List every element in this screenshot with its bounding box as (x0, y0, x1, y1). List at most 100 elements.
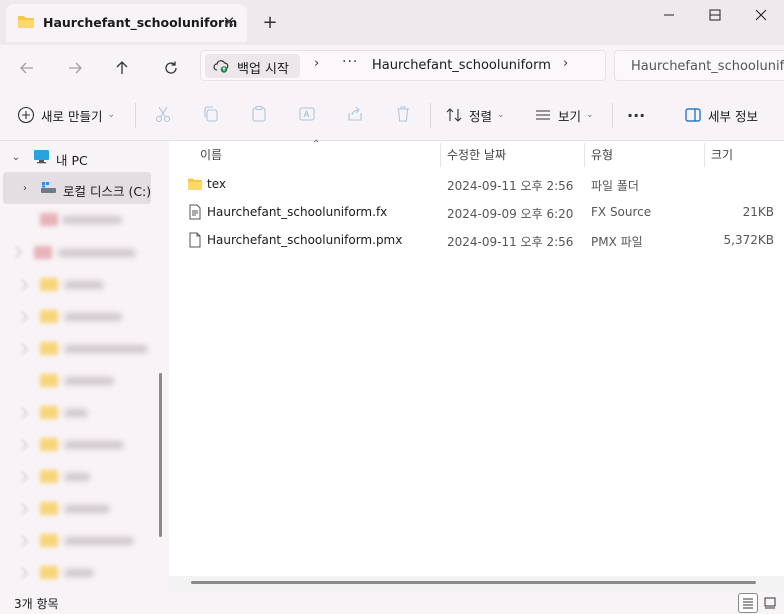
file-type: PMX 파일 (591, 235, 643, 249)
column-header-size[interactable]: 크기 (711, 146, 733, 163)
column-divider[interactable] (584, 143, 585, 167)
divider (612, 103, 613, 128)
maximize-icon (709, 9, 721, 21)
file-row[interactable]: Haurchefant_schooluniform.pmx 2024-09-11… (179, 227, 784, 253)
search-input[interactable]: Haurchefant_schoolunifo (614, 50, 784, 81)
tab-title: Haurchefant_schooluniform (43, 15, 238, 30)
trash-icon (397, 106, 409, 122)
scissors-icon (155, 106, 171, 123)
minimize-window-button[interactable] (646, 0, 692, 30)
details-view-button[interactable] (738, 593, 758, 613)
sidebar-item-local-disk[interactable]: › 로컬 디스크 (C:) (3, 172, 151, 204)
details-pane-icon (685, 108, 701, 122)
plus-circle-icon (17, 106, 35, 124)
delete-button[interactable] (394, 105, 412, 123)
navigation-pane: ⌄ 내 PC › 로컬 디스크 (C:) (0, 141, 152, 592)
maximize-button[interactable] (692, 0, 738, 30)
chevron-down-icon[interactable]: ⌄ (11, 152, 21, 163)
rename-button[interactable] (298, 105, 316, 123)
status-bar: 3개 항목 (0, 592, 784, 614)
file-name: tex (207, 177, 226, 191)
view-button[interactable]: 보기 ⌄ (534, 104, 594, 126)
chevron-down-icon: ⌄ (497, 110, 505, 120)
back-button[interactable] (13, 54, 41, 82)
item-count: 3개 항목 (14, 597, 59, 611)
copy-button[interactable] (202, 105, 220, 123)
folder-icon (18, 16, 34, 28)
refresh-icon (165, 61, 177, 74)
sort-ascending-icon: ⌃ (312, 139, 321, 150)
details-pane-label: 세부 정보 (708, 108, 758, 124)
chevron-down-icon: ⌄ (586, 110, 594, 120)
cloud-backup-icon (213, 60, 229, 73)
breadcrumb-current[interactable]: Haurchefant_schooluniform (372, 58, 551, 73)
horizontal-scrollbar[interactable] (191, 581, 756, 584)
close-window-button[interactable] (738, 0, 784, 30)
breadcrumb-home-label: 백업 시작 (237, 62, 289, 77)
view-button-label: 보기 (558, 108, 582, 124)
sort-icon (446, 108, 462, 122)
up-button[interactable] (108, 54, 136, 82)
file-row[interactable]: tex 2024-09-11 오후 2:56 파일 폴더 (179, 171, 784, 197)
breadcrumb-home[interactable]: 백업 시작 (205, 54, 300, 78)
file-name: Haurchefant_schooluniform.pmx (207, 233, 403, 247)
file-name: Haurchefant_schooluniform.fx (207, 205, 388, 219)
column-divider[interactable] (704, 143, 705, 167)
column-header-type[interactable]: 유형 (591, 146, 613, 163)
sidebar-item-label: 로컬 디스크 (C:) (63, 184, 152, 199)
details-pane-button[interactable]: 세부 정보 (684, 104, 758, 126)
column-header-modified[interactable]: 수정한 날짜 (447, 146, 506, 163)
column-divider[interactable] (440, 143, 441, 167)
file-row[interactable]: Haurchefant_schooluniform.fx 2024-09-09 … (179, 199, 784, 225)
chevron-down-icon: ⌄ (107, 110, 116, 120)
new-tab-button[interactable]: + (258, 10, 282, 34)
sort-button[interactable]: 정렬 ⌄ (445, 104, 505, 126)
rename-icon (299, 107, 315, 121)
view-list-icon (536, 110, 550, 120)
file-list: ⌃ 이름 수정한 날짜 유형 크기 tex 2024-09-11 오후 2:56… (169, 139, 784, 592)
code-file-icon (189, 204, 201, 220)
sidebar-item-this-pc[interactable]: ⌄ 내 PC (0, 141, 152, 173)
sidebar-item-label: 내 PC (56, 153, 88, 168)
divider (430, 103, 431, 128)
drive-icon (41, 182, 56, 193)
file-size: 21KB (742, 205, 774, 219)
new-button[interactable]: 새로 만들기 ⌄ (17, 104, 115, 126)
close-icon (755, 9, 767, 21)
chevron-right-icon: › (314, 56, 320, 71)
tab-active[interactable]: Haurchefant_schooluniform ✕ (6, 4, 247, 42)
nav-scrollbar[interactable] (159, 373, 162, 537)
clipboard-icon (252, 105, 266, 122)
breadcrumb-overflow[interactable]: ··· (342, 54, 358, 70)
search-placeholder: Haurchefant_schoolunifo (631, 59, 784, 74)
file-modified: 2024-09-09 오후 6:20 (447, 207, 574, 221)
share-icon (348, 106, 362, 121)
arrow-right-icon (69, 62, 82, 74)
command-bar: 새로 만들기 ⌄ 정렬 ⌄ 보기 ⌄ ··· 세부 정보 (0, 90, 784, 141)
file-type: 파일 폴더 (591, 179, 639, 193)
chevron-right-icon[interactable]: › (563, 56, 568, 71)
forward-button[interactable] (61, 54, 89, 82)
address-box[interactable]: 백업 시작 › ··· Haurchefant_schooluniform › (200, 50, 606, 81)
cut-button[interactable] (154, 105, 172, 123)
column-header-name[interactable]: 이름 (200, 146, 222, 163)
address-bar-row: 백업 시작 › ··· Haurchefant_schooluniform › … (0, 45, 784, 90)
file-icon (189, 232, 201, 248)
more-options-button[interactable]: ··· (627, 104, 645, 126)
paste-button[interactable] (250, 105, 268, 123)
minimize-icon (664, 14, 674, 16)
monitor-icon (34, 150, 49, 164)
arrow-up-icon (116, 61, 128, 74)
share-button[interactable] (346, 105, 364, 123)
refresh-button[interactable] (157, 54, 185, 82)
file-size: 5,372KB (723, 233, 774, 247)
divider (135, 103, 136, 128)
arrow-left-icon (20, 62, 33, 74)
tiles-view-button[interactable] (760, 593, 780, 613)
close-tab-button[interactable]: ✕ (219, 12, 239, 32)
horizontal-scrollbar-track (169, 576, 784, 592)
copy-icon (204, 106, 218, 122)
chevron-right-icon[interactable]: › (20, 183, 30, 194)
file-type: FX Source (591, 205, 652, 219)
details-view-icon (743, 598, 753, 609)
